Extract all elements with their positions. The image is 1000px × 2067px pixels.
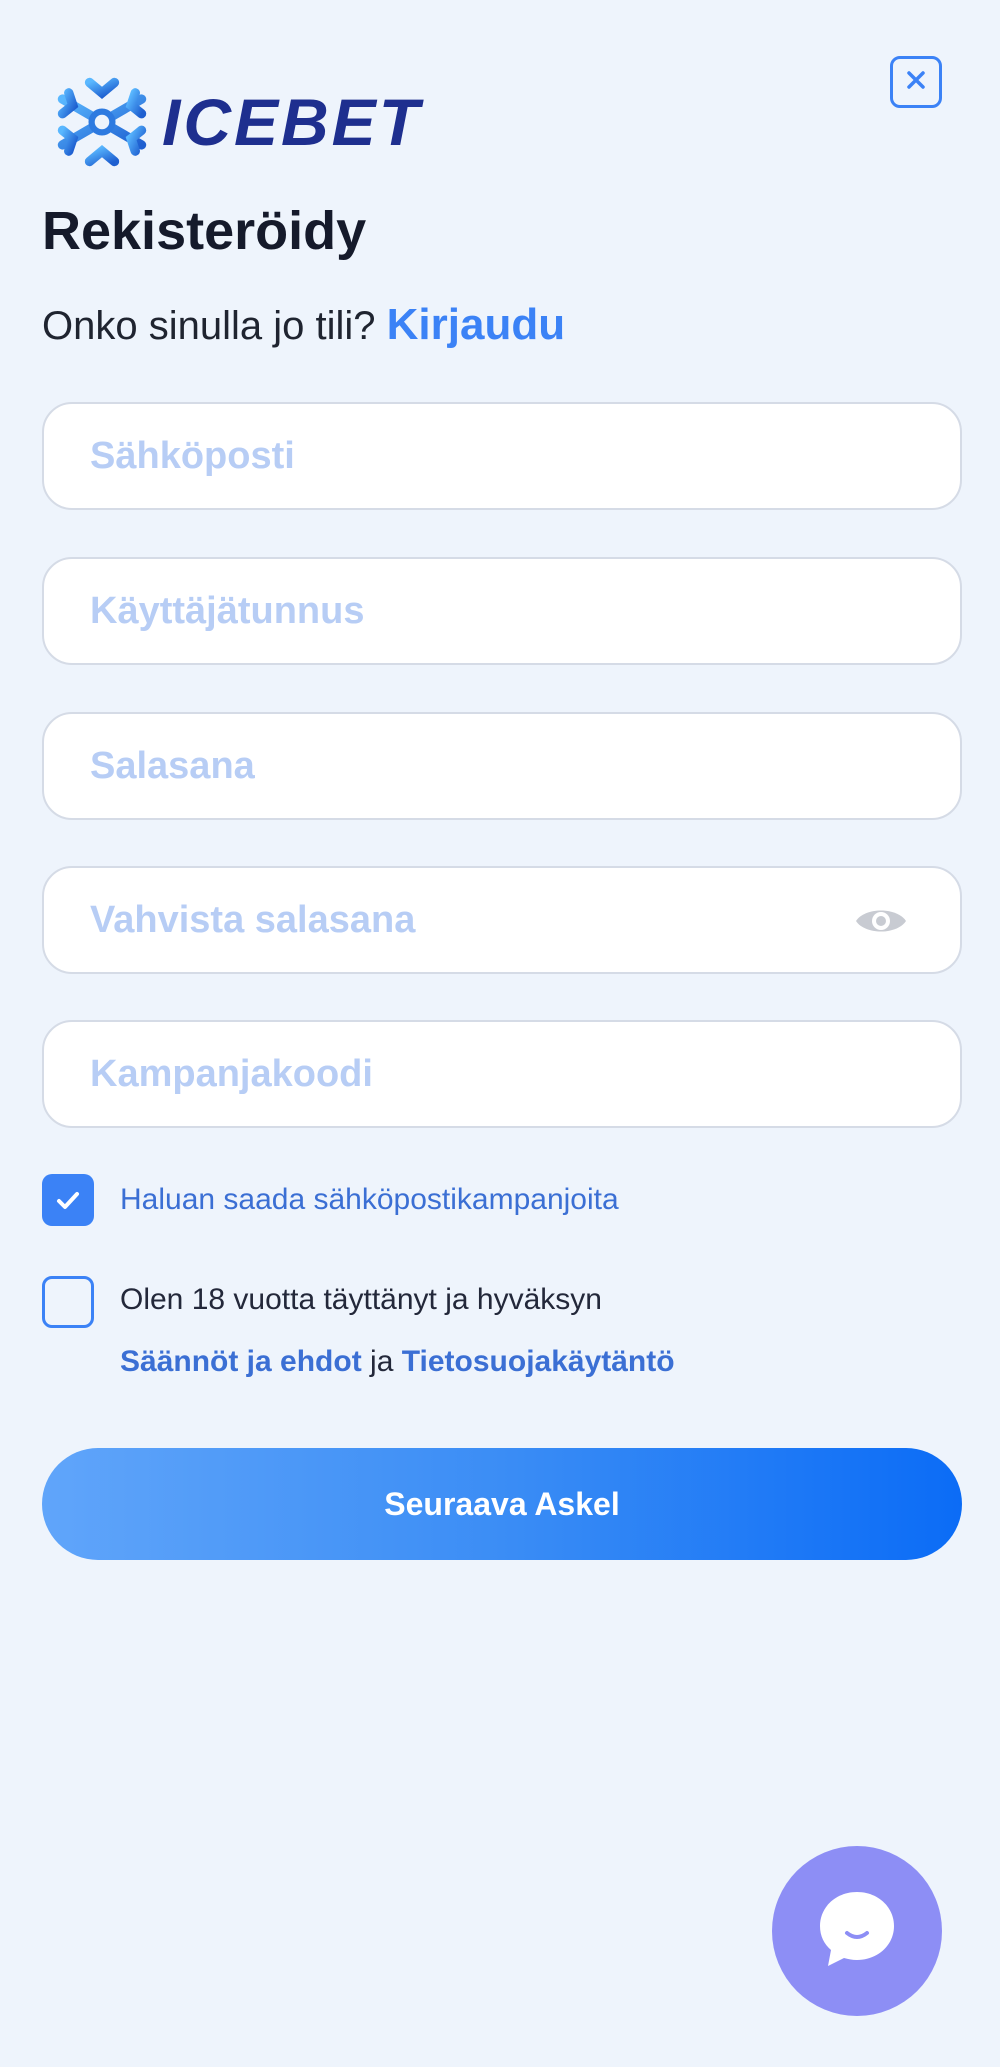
snowflake-icon: [50, 70, 154, 174]
password-field-container: [42, 712, 962, 820]
page-title: Rekisteröidy: [42, 201, 367, 261]
eye-icon[interactable]: [854, 902, 908, 940]
email-field-container: [42, 402, 962, 510]
password-input[interactable]: [44, 714, 960, 818]
brand-logo: ICEBET: [50, 70, 422, 174]
next-step-button[interactable]: Seuraava Askel: [42, 1448, 962, 1560]
login-prompt: Onko sinulla jo tili? Kirjaudu: [42, 298, 565, 353]
brand-name: ICEBET: [162, 85, 423, 159]
terms-conjunction: ja: [370, 1345, 394, 1378]
age-terms-checkbox[interactable]: [42, 1276, 94, 1328]
close-button[interactable]: [890, 56, 942, 108]
terms-links: Säännöt ja ehdot ja Tietosuojakäytäntö: [120, 1342, 675, 1382]
promo-code-field-container: [42, 1020, 962, 1128]
email-input[interactable]: [44, 404, 960, 508]
username-field-container: [42, 557, 962, 665]
age-terms-checkbox-label: Olen 18 vuotta täyttänyt ja hyväksyn: [120, 1283, 602, 1316]
terms-link[interactable]: Säännöt ja ehdot: [120, 1345, 362, 1378]
login-link[interactable]: Kirjaudu: [387, 300, 565, 349]
chat-button[interactable]: [772, 1846, 942, 2016]
marketing-checkbox-label: Haluan saada sähköpostikampanjoita: [120, 1183, 619, 1216]
confirm-password-input[interactable]: [44, 868, 960, 972]
marketing-checkbox[interactable]: [42, 1174, 94, 1226]
privacy-link[interactable]: Tietosuojakäytäntö: [402, 1345, 675, 1378]
confirm-password-field-container: [42, 866, 962, 974]
chat-bubble-icon: [814, 1886, 900, 1977]
close-icon: [905, 69, 927, 96]
username-input[interactable]: [44, 559, 960, 663]
checkmark-icon: [42, 1192, 94, 1230]
login-prompt-text: Onko sinulla jo tili?: [42, 304, 376, 348]
promo-code-input[interactable]: [44, 1022, 960, 1126]
